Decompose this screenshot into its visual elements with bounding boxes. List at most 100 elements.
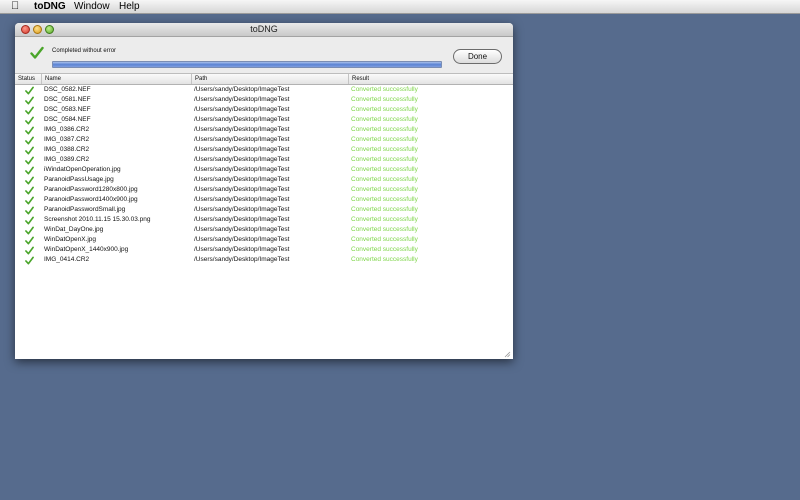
check-icon [25, 166, 34, 175]
apple-icon[interactable]:  [11, 0, 19, 13]
progress-bar [52, 61, 442, 68]
path-cell: /Users/sandy/Desktop/ImageTest [194, 206, 290, 213]
name-cell: ParanoidPassword1400x900.jpg [44, 196, 138, 203]
status-cell [25, 155, 39, 165]
result-cell: Converted successfully [351, 226, 418, 233]
check-icon [25, 116, 34, 125]
name-cell: iWindatOpenOperation.jpg [44, 166, 121, 173]
column-header-name[interactable]: Name [42, 74, 192, 84]
path-cell: /Users/sandy/Desktop/ImageTest [194, 246, 290, 253]
todng-window: toDNG Completed without error Done Statu… [15, 23, 513, 359]
result-cell: Converted successfully [351, 96, 418, 103]
name-cell: DSC_0583.NEF [44, 106, 91, 113]
result-cell: Converted successfully [351, 126, 418, 133]
table-row[interactable]: WinDatOpenX.jpg/Users/sandy/Desktop/Imag… [15, 235, 513, 245]
table-row[interactable]: WinDat_DayOne.jpg/Users/sandy/Desktop/Im… [15, 225, 513, 235]
table-row[interactable]: IMG_0386.CR2/Users/sandy/Desktop/ImageTe… [15, 125, 513, 135]
status-message: Completed without error [52, 48, 117, 54]
check-icon [25, 156, 34, 165]
result-cell: Converted successfully [351, 156, 418, 163]
table-row[interactable]: DSC_0581.NEF/Users/sandy/Desktop/ImageTe… [15, 95, 513, 105]
name-cell: ParanoidPassUsage.jpg [44, 176, 114, 183]
result-cell: Converted successfully [351, 106, 418, 113]
table-row[interactable]: Screenshot 2010.11.15 15.30.03.png/Users… [15, 215, 513, 225]
status-cell [25, 95, 39, 105]
path-cell: /Users/sandy/Desktop/ImageTest [194, 106, 290, 113]
path-cell: /Users/sandy/Desktop/ImageTest [194, 126, 290, 133]
status-cell [25, 135, 39, 145]
status-cell [25, 145, 39, 155]
name-cell: WinDat_DayOne.jpg [44, 226, 104, 233]
path-cell: /Users/sandy/Desktop/ImageTest [194, 136, 290, 143]
status-cell [25, 205, 39, 215]
status-cell [25, 175, 39, 185]
check-icon [25, 96, 34, 105]
result-cell: Converted successfully [351, 186, 418, 193]
check-icon [25, 86, 34, 95]
table-row[interactable]: DSC_0583.NEF/Users/sandy/Desktop/ImageTe… [15, 105, 513, 115]
path-cell: /Users/sandy/Desktop/ImageTest [194, 166, 290, 173]
status-cell [25, 225, 39, 235]
result-cell: Converted successfully [351, 176, 418, 183]
done-button[interactable]: Done [453, 49, 502, 64]
table-row[interactable]: ParanoidPassUsage.jpg/Users/sandy/Deskto… [15, 175, 513, 185]
column-header-status[interactable]: Status [15, 74, 42, 84]
table-row[interactable]: DSC_0582.NEF/Users/sandy/Desktop/ImageTe… [15, 85, 513, 95]
results-table: Status Name Path Result DSC_0582.NEF/Use… [15, 73, 513, 359]
table-row[interactable]: IMG_0388.CR2/Users/sandy/Desktop/ImageTe… [15, 145, 513, 155]
table-row[interactable]: IMG_0387.CR2/Users/sandy/Desktop/ImageTe… [15, 135, 513, 145]
status-cell [25, 185, 39, 195]
check-icon [25, 176, 34, 185]
status-cell [25, 125, 39, 135]
result-cell: Converted successfully [351, 146, 418, 153]
result-cell: Converted successfully [351, 196, 418, 203]
status-cell [25, 245, 39, 255]
check-icon [25, 236, 34, 245]
path-cell: /Users/sandy/Desktop/ImageTest [194, 86, 290, 93]
check-icon [25, 186, 34, 195]
column-header-path[interactable]: Path [192, 74, 349, 84]
table-body: DSC_0582.NEF/Users/sandy/Desktop/ImageTe… [15, 85, 513, 265]
status-cell [25, 165, 39, 175]
name-cell: IMG_0388.CR2 [44, 146, 90, 153]
status-cell [25, 215, 39, 225]
name-cell: DSC_0581.NEF [44, 96, 91, 103]
name-cell: ParanoidPasswordSmall.jpg [44, 206, 126, 213]
table-row[interactable]: ParanoidPassword1280x800.jpg/Users/sandy… [15, 185, 513, 195]
name-cell: IMG_0389.CR2 [44, 156, 90, 163]
status-cell [25, 255, 39, 265]
status-cell [25, 115, 39, 125]
result-cell: Converted successfully [351, 206, 418, 213]
title-bar[interactable]: toDNG [15, 23, 513, 37]
resize-grip-icon[interactable] [504, 351, 511, 358]
menu-app-name[interactable]: toDNG [34, 0, 66, 13]
result-cell: Converted successfully [351, 86, 418, 93]
name-cell: IMG_0414.CR2 [44, 256, 90, 263]
status-cell [25, 105, 39, 115]
path-cell: /Users/sandy/Desktop/ImageTest [194, 216, 290, 223]
path-cell: /Users/sandy/Desktop/ImageTest [194, 196, 290, 203]
path-cell: /Users/sandy/Desktop/ImageTest [194, 256, 290, 263]
menu-bar:  toDNG Window Help [0, 0, 800, 14]
table-row[interactable]: WinDatOpenX_1440x900.jpg/Users/sandy/Des… [15, 245, 513, 255]
table-row[interactable]: iWindatOpenOperation.jpg/Users/sandy/Des… [15, 165, 513, 175]
menu-window[interactable]: Window [74, 0, 110, 13]
name-cell: ParanoidPassword1280x800.jpg [44, 186, 138, 193]
window-title: toDNG [250, 24, 278, 34]
table-row[interactable]: IMG_0389.CR2/Users/sandy/Desktop/ImageTe… [15, 155, 513, 165]
check-icon [25, 206, 34, 215]
table-row[interactable]: DSC_0584.NEF/Users/sandy/Desktop/ImageTe… [15, 115, 513, 125]
table-row[interactable]: ParanoidPasswordSmall.jpg/Users/sandy/De… [15, 205, 513, 215]
menu-help[interactable]: Help [119, 0, 140, 13]
result-cell: Converted successfully [351, 136, 418, 143]
path-cell: /Users/sandy/Desktop/ImageTest [194, 116, 290, 123]
column-header-result[interactable]: Result [349, 74, 513, 84]
name-cell: Screenshot 2010.11.15 15.30.03.png [44, 216, 151, 223]
name-cell: IMG_0387.CR2 [44, 136, 90, 143]
table-row[interactable]: ParanoidPassword1400x900.jpg/Users/sandy… [15, 195, 513, 205]
table-row[interactable]: IMG_0414.CR2/Users/sandy/Desktop/ImageTe… [15, 255, 513, 265]
path-cell: /Users/sandy/Desktop/ImageTest [194, 186, 290, 193]
result-cell: Converted successfully [351, 236, 418, 243]
path-cell: /Users/sandy/Desktop/ImageTest [194, 146, 290, 153]
check-icon [25, 136, 34, 145]
